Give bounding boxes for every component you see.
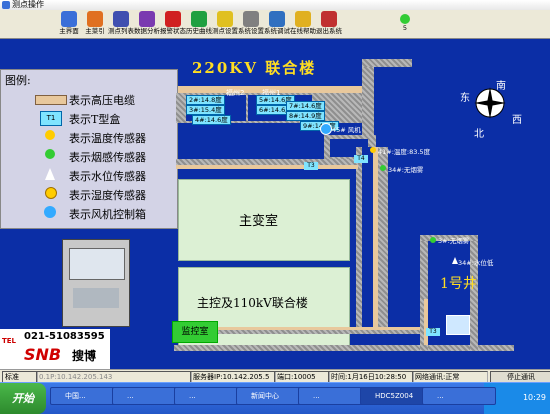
toolbar-label: 退出系统 (316, 27, 342, 35)
legend-label: 表示烟感传感器 (69, 151, 146, 164)
compass-south: 南 (496, 81, 506, 92)
flower-icon (87, 11, 103, 27)
app-icon (2, 1, 10, 9)
zone-fuzhou2: 福州2 (226, 89, 245, 97)
water-icon (45, 168, 55, 180)
legend-label: 表示水位传感器 (69, 170, 146, 183)
help-icon (295, 11, 311, 27)
legend-item: 表示风机控制箱 (5, 204, 175, 222)
monitor-canvas: 图例: 表示高压电缆 T1 表示T型盒表示温度传感器 表示烟感传感器 表示水位传感器 表示… (0, 39, 550, 369)
sensor-tag[interactable]: 4#:14.6度 (192, 115, 231, 125)
legend-label: 表示风机控制箱 (69, 208, 146, 221)
legend-label: 表示T型盒 (69, 113, 121, 126)
monitor-room-button[interactable]: 监控室 (172, 321, 218, 343)
sensor-reading: 34#:无烟雾 (388, 166, 424, 174)
well-right-wall (470, 235, 478, 351)
legend-title: 图例: (5, 74, 31, 87)
legend-item: 表示湿度传感器 (5, 185, 175, 203)
curve-icon (191, 11, 207, 27)
palette-icon (217, 11, 233, 27)
company-logo: TEL 021-51083595 SNB 搜博 (0, 329, 110, 369)
legend-item: 表示烟感传感器 (5, 147, 175, 165)
fan-icon[interactable] (320, 123, 332, 135)
legend-item: 表示高压电缆 (5, 90, 175, 108)
legend-label: 表示高压电缆 (69, 94, 135, 107)
smoke-icon (45, 149, 55, 159)
status-bar: 标准 0.1P:10.142.205.143 服务器IP:10.142.205.… (0, 369, 550, 384)
legend-item: 表示水位传感器 (5, 166, 175, 184)
smoke-sensor-icon[interactable] (380, 165, 386, 171)
sensor-reading: 3#:无烟雾 (438, 237, 470, 245)
legend-item: T1 表示T型盒 (5, 109, 175, 127)
device-photo (62, 239, 130, 327)
indicator-value: 5 (402, 24, 408, 32)
humidity-icon (45, 187, 57, 199)
compass-east: 东 (460, 93, 470, 104)
legend-item: 表示温度传感器 (5, 128, 175, 146)
t-box[interactable]: T3 (426, 328, 440, 336)
sensor-tag[interactable]: 2#:14.8度 (186, 95, 225, 105)
cable-icon (35, 95, 67, 105)
water-level-tank (446, 315, 470, 335)
plan-title: 220KV 联合楼 (192, 59, 317, 77)
bottom-wall (174, 345, 514, 351)
compass-north: 北 (474, 129, 484, 140)
indicator-dot-icon (400, 14, 410, 24)
exit-icon (321, 11, 337, 27)
middle-cable-duct (176, 165, 358, 169)
smoke-sensor-icon[interactable] (430, 237, 436, 243)
sensor-tag[interactable]: 7#:14.6度 (286, 101, 325, 111)
fan-label: 45# 风机 (332, 126, 361, 134)
legend-panel: 图例: 表示高压电缆 T1 表示T型盒表示温度传感器 表示烟感传感器 表示水位传感器 表示… (0, 69, 178, 229)
compass-west: 西 (512, 115, 522, 126)
gear-icon (243, 11, 259, 27)
well-label: 1号井 (440, 276, 477, 292)
vertical-corridor-wall (378, 147, 388, 329)
tree-icon (269, 11, 285, 27)
t-box[interactable]: T3 (304, 162, 318, 170)
legend-label: 表示温度传感器 (69, 132, 146, 145)
sensor-tag[interactable]: 8#:14.9度 (286, 111, 325, 121)
T1-icon: T1 (40, 111, 62, 126)
speaker-icon (165, 11, 181, 27)
legend-label: 表示湿度传感器 (69, 189, 146, 202)
sensor-reading: 34#:水位低 (458, 259, 494, 267)
right-top-wall (362, 59, 412, 67)
start-button[interactable]: 开始 (0, 383, 46, 414)
toolbar-button-10[interactable]: 退出系统 (316, 10, 342, 38)
temp-sensor-icon[interactable] (370, 147, 376, 153)
taskbar: 开始 10:29 中国......... 新闻中心... HDC5Z004... (0, 382, 550, 414)
status-indicator: 5 (392, 10, 418, 38)
clock[interactable]: 10:29 (523, 393, 546, 402)
sensor-tag[interactable]: 3#:15.4度 (186, 105, 225, 115)
temp-icon (45, 130, 55, 140)
chart-icon (139, 11, 155, 27)
monitor-icon (61, 11, 77, 27)
toolbar: 主界面 主菜引 测点列表 数据分析 报警状态 历史曲线 测点设置 系统设置 系统调试 在线帮助 退出… (0, 10, 550, 39)
t-box[interactable]: T4 (354, 155, 368, 163)
main-transformer-room: 主变室 (178, 179, 350, 261)
taskbar-task[interactable]: ... (422, 387, 496, 405)
well-cable-duct (424, 299, 428, 345)
list-icon (113, 11, 129, 27)
fan-icon (44, 206, 56, 218)
title-bar: 测点操作 (0, 0, 550, 10)
sensor-reading: 41#:温度:83.5度 (378, 148, 431, 156)
